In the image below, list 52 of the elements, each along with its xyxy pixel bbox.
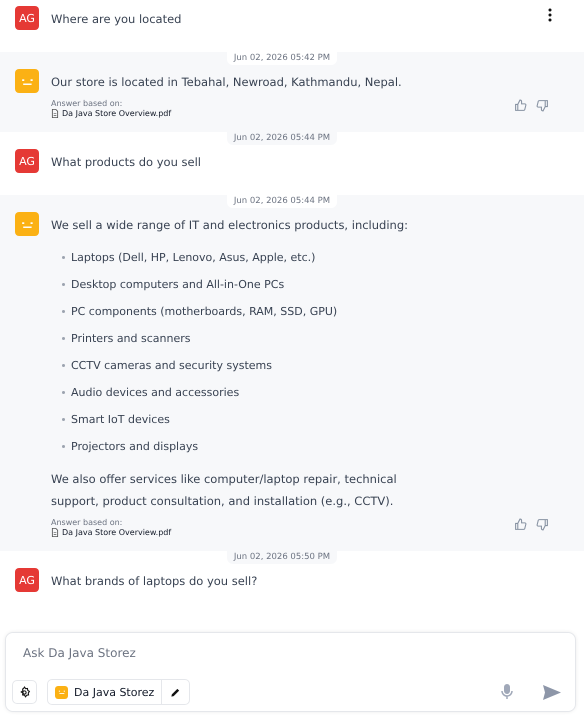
bullet-icon: [62, 445, 65, 448]
bullet-icon: [62, 310, 65, 313]
message-text: Where are you located: [51, 11, 182, 28]
bot-avatar: [15, 212, 39, 236]
message-text: What products do you sell: [51, 154, 201, 171]
list-item: Laptops (Dell, HP, Lenovo, Asus, Apple, etc.): [71, 251, 316, 264]
thumbs-up-icon: [514, 99, 527, 112]
document-icon: [51, 528, 59, 537]
send-icon[interactable]: [543, 684, 561, 700]
source-link[interactable]: Da Java Store Overview.pdf: [51, 528, 172, 537]
list-item: PC components (motherboards, RAM, SSD, GPU): [71, 305, 338, 318]
list-item: CCTV cameras and security systems: [71, 359, 272, 372]
bullet-icon: [62, 364, 65, 367]
message-text: We sell a wide range of IT and electronics products, including:: [51, 217, 408, 234]
timestamp: Jun 02, 2026 05:44 PM: [226, 195, 338, 208]
message-text: What brands of laptops do you sell?: [51, 573, 258, 590]
list-item: Smart IoT devices: [71, 413, 170, 426]
bullet-icon: [62, 337, 65, 340]
bullet-icon: [62, 418, 65, 421]
bot-avatar: [15, 69, 39, 93]
list-item: Desktop computers and All-in-One PCs: [71, 278, 284, 291]
thumbs-up-icon: [514, 518, 527, 531]
bullet-icon: [62, 256, 65, 259]
document-icon: [51, 109, 59, 118]
bullet-icon: [62, 283, 65, 286]
source-label: Answer based on:: [51, 518, 124, 527]
microphone-icon[interactable]: [501, 684, 513, 700]
dislike-button[interactable]: [536, 518, 549, 531]
user-avatar: AG: [15, 6, 39, 30]
thumbs-down-icon: [536, 518, 549, 531]
timestamp: Jun 02, 2026 05:50 PM: [226, 551, 338, 564]
source-label: Answer based on:: [51, 99, 124, 108]
settings-button[interactable]: [12, 680, 37, 704]
timestamp: Jun 02, 2026 05:44 PM: [226, 132, 338, 145]
thumbs-down-icon: [536, 99, 549, 112]
bot-icon: [55, 686, 68, 698]
source-link[interactable]: Da Java Store Overview.pdf: [51, 109, 172, 118]
pencil-icon: [170, 686, 182, 698]
user-avatar: AG: [15, 149, 39, 173]
settings-icon: [18, 686, 31, 698]
timestamp: Jun 02, 2026 05:42 PM: [226, 52, 338, 65]
message-text: Our store is located in Tebahal, Newroad, Kathmandu, Nepal.: [51, 74, 402, 91]
message-text: We also offer services like computer/laptop repair, technical support, product consultation, and installation (e.g., CCTV).: [51, 471, 398, 510]
list-item: Printers and scanners: [71, 332, 190, 345]
user-avatar: AG: [15, 568, 39, 592]
list-item: Audio devices and accessories: [71, 386, 240, 399]
like-button[interactable]: [514, 518, 527, 531]
bullet-icon: [62, 391, 65, 394]
like-button[interactable]: [514, 99, 527, 112]
more-options-icon[interactable]: [548, 8, 552, 22]
dislike-button[interactable]: [536, 99, 549, 112]
list-item: Projectors and displays: [71, 440, 198, 453]
